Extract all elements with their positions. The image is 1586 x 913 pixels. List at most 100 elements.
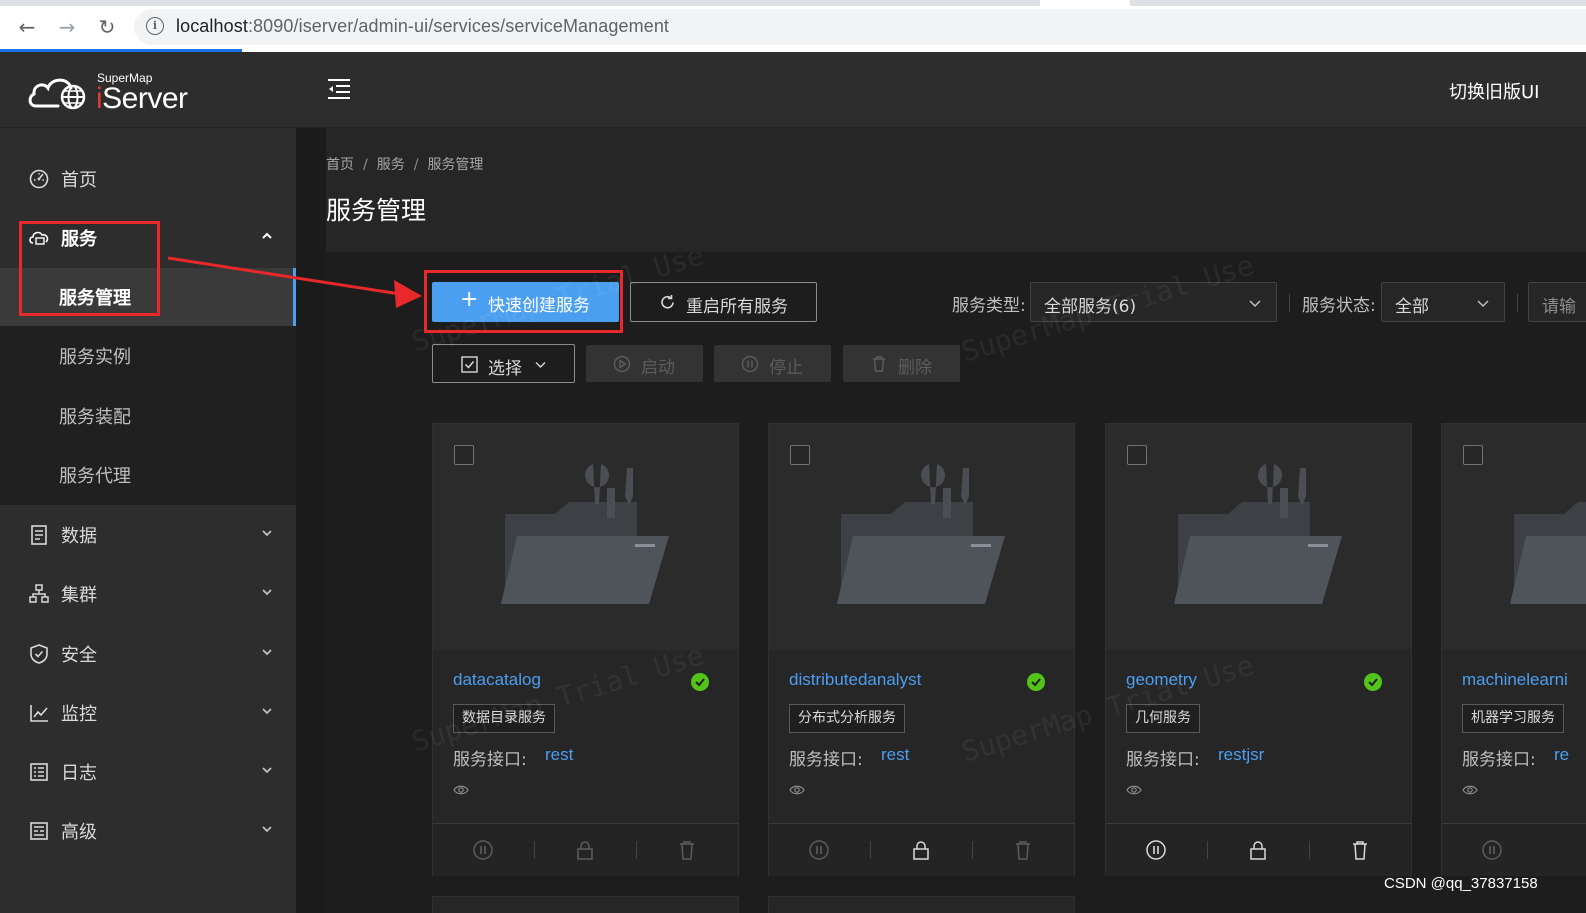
pause-circle-icon[interactable] bbox=[808, 839, 830, 861]
service-name-link[interactable]: machinelearni bbox=[1462, 670, 1568, 690]
sidebar-item-monitor[interactable]: 监控 bbox=[0, 684, 296, 742]
switch-old-ui-button[interactable]: 切换旧版UI bbox=[1449, 78, 1539, 104]
service-card-machinelearning[interactable]: machinelearni 机器学习服务 服务接口: re bbox=[1441, 423, 1586, 876]
sidebar-item-label: 数据 bbox=[61, 526, 97, 547]
eye-icon[interactable] bbox=[453, 784, 469, 796]
eye-icon[interactable] bbox=[1462, 784, 1478, 796]
url-host: localhost bbox=[176, 16, 248, 36]
sidebar-item-service-proxy[interactable]: 服务代理 bbox=[0, 446, 296, 504]
content-gutter bbox=[296, 128, 326, 913]
service-interface-value[interactable]: re bbox=[1554, 745, 1569, 765]
browser-toolbar: ← → ↻ i localhost:8090/iserver/admin-ui/… bbox=[0, 0, 1586, 52]
submenu-label: 服务实例 bbox=[59, 347, 131, 368]
divider bbox=[870, 841, 871, 859]
lock-icon[interactable] bbox=[1247, 839, 1269, 861]
annotation-arrow-icon bbox=[167, 256, 422, 308]
service-thumbnail bbox=[1442, 424, 1586, 650]
folder-tools-icon bbox=[837, 464, 1005, 604]
breadcrumb-service[interactable]: 服务 bbox=[377, 157, 405, 173]
breadcrumb-separator: / bbox=[413, 157, 419, 173]
service-card-distributedanalyst[interactable]: distributedanalyst 分布式分析服务 服务接口: rest bbox=[768, 423, 1075, 876]
chevron-down-icon bbox=[262, 530, 272, 537]
sidebar-item-log[interactable]: 日志 bbox=[0, 743, 296, 801]
arrow-left-icon[interactable]: ← bbox=[14, 14, 40, 40]
sidebar-item-home[interactable]: 首页 bbox=[0, 150, 296, 208]
shield-icon bbox=[30, 644, 48, 664]
service-interface-label: 服务接口: bbox=[1126, 750, 1200, 770]
url-text[interactable]: localhost:8090/iserver/admin-ui/services… bbox=[176, 16, 669, 37]
reload-icon bbox=[661, 295, 674, 309]
service-card-datacatalog[interactable]: datacatalog 数据目录服务 服务接口: rest bbox=[432, 423, 739, 876]
sidebar-item-service-assembly[interactable]: 服务装配 bbox=[0, 387, 296, 445]
lock-icon[interactable] bbox=[574, 839, 596, 861]
chevron-down-icon bbox=[535, 362, 546, 368]
trash-icon[interactable] bbox=[1349, 839, 1371, 861]
service-type-tag: 数据目录服务 bbox=[453, 704, 555, 733]
eye-icon[interactable] bbox=[789, 784, 805, 796]
restart-all-services-button[interactable]: 重启所有服务 bbox=[630, 282, 817, 322]
log-icon bbox=[30, 763, 48, 781]
sidebar-item-cluster[interactable]: 集群 bbox=[0, 565, 296, 623]
card-checkbox[interactable] bbox=[790, 445, 810, 465]
service-interface-value[interactable]: rest bbox=[545, 745, 573, 765]
cloud-globe-icon bbox=[28, 78, 86, 110]
service-thumbnail bbox=[433, 424, 738, 650]
start-button[interactable]: 启动 bbox=[586, 345, 703, 382]
chevron-down-icon bbox=[262, 649, 272, 656]
service-card[interactable] bbox=[432, 896, 739, 913]
quick-create-service-button[interactable]: + 快速创建服务 bbox=[432, 282, 619, 322]
sidebar-item-security[interactable]: 安全 bbox=[0, 625, 296, 683]
card-actions bbox=[1106, 823, 1411, 876]
divider bbox=[1309, 841, 1310, 859]
chevron-down-icon bbox=[1477, 300, 1489, 308]
divider bbox=[534, 841, 535, 859]
menu-fold-icon[interactable] bbox=[326, 76, 352, 102]
page-title: 服务管理 bbox=[326, 196, 427, 225]
pause-circle-icon[interactable] bbox=[1145, 839, 1167, 861]
card-checkbox[interactable] bbox=[454, 445, 474, 465]
service-name-link[interactable]: distributedanalyst bbox=[789, 670, 921, 690]
reload-icon[interactable]: ↻ bbox=[94, 14, 120, 40]
status-ok-icon bbox=[691, 673, 709, 691]
eye-icon[interactable] bbox=[1126, 784, 1142, 796]
sidebar-item-service-instance[interactable]: 服务实例 bbox=[0, 327, 296, 385]
pause-circle-icon[interactable] bbox=[1481, 839, 1503, 861]
trash-icon[interactable] bbox=[1012, 839, 1034, 861]
service-type-tag: 几何服务 bbox=[1126, 704, 1200, 733]
trash-icon[interactable] bbox=[676, 839, 698, 861]
arrow-right-icon[interactable]: → bbox=[54, 14, 80, 40]
select-dropdown-button[interactable]: 选择 bbox=[432, 344, 575, 383]
service-status-select[interactable]: 全部 bbox=[1381, 282, 1505, 322]
pause-circle-icon[interactable] bbox=[472, 839, 494, 861]
service-type-tag: 机器学习服务 bbox=[1462, 704, 1564, 733]
chevron-down-icon bbox=[262, 708, 272, 715]
sidebar-item-data[interactable]: 数据 bbox=[0, 506, 296, 564]
stop-button[interactable]: 停止 bbox=[714, 345, 831, 382]
delete-button[interactable]: 删除 bbox=[843, 345, 960, 382]
logo[interactable]: SuperMap iServer bbox=[0, 52, 296, 128]
select-value: 全部 bbox=[1395, 297, 1429, 317]
service-interface-value[interactable]: restjsr bbox=[1218, 745, 1264, 765]
button-label: 重启所有服务 bbox=[686, 297, 788, 317]
service-name-link[interactable]: geometry bbox=[1126, 670, 1197, 690]
card-checkbox[interactable] bbox=[1463, 445, 1483, 465]
address-bar[interactable]: i localhost:8090/iserver/admin-ui/servic… bbox=[134, 9, 1586, 45]
service-interface-value[interactable]: rest bbox=[881, 745, 909, 765]
cluster-icon bbox=[29, 584, 49, 603]
sidebar-item-label: 服务 bbox=[61, 229, 97, 250]
card-checkbox[interactable] bbox=[1127, 445, 1147, 465]
browser-tab[interactable] bbox=[1040, 0, 1130, 6]
sidebar: SuperMap iServer 首页 服务 服务管理 服务实例 服务装配 服务… bbox=[0, 52, 296, 913]
service-card-geometry[interactable]: geometry 几何服务 服务接口: restjsr bbox=[1105, 423, 1412, 876]
service-type-select[interactable]: 全部服务(6) bbox=[1030, 282, 1277, 322]
select-value: 全部服务(6) bbox=[1044, 297, 1137, 317]
service-card[interactable] bbox=[768, 896, 1075, 913]
brand-server: Server bbox=[102, 82, 188, 115]
service-name-link[interactable]: datacatalog bbox=[453, 670, 541, 690]
sidebar-item-advanced[interactable]: 高级 bbox=[0, 802, 296, 860]
breadcrumb-home[interactable]: 首页 bbox=[326, 157, 354, 173]
search-input[interactable]: 请输 bbox=[1528, 282, 1586, 322]
service-interface-label: 服务接口: bbox=[1462, 750, 1536, 770]
info-icon[interactable]: i bbox=[146, 17, 164, 35]
lock-icon[interactable] bbox=[910, 839, 932, 861]
